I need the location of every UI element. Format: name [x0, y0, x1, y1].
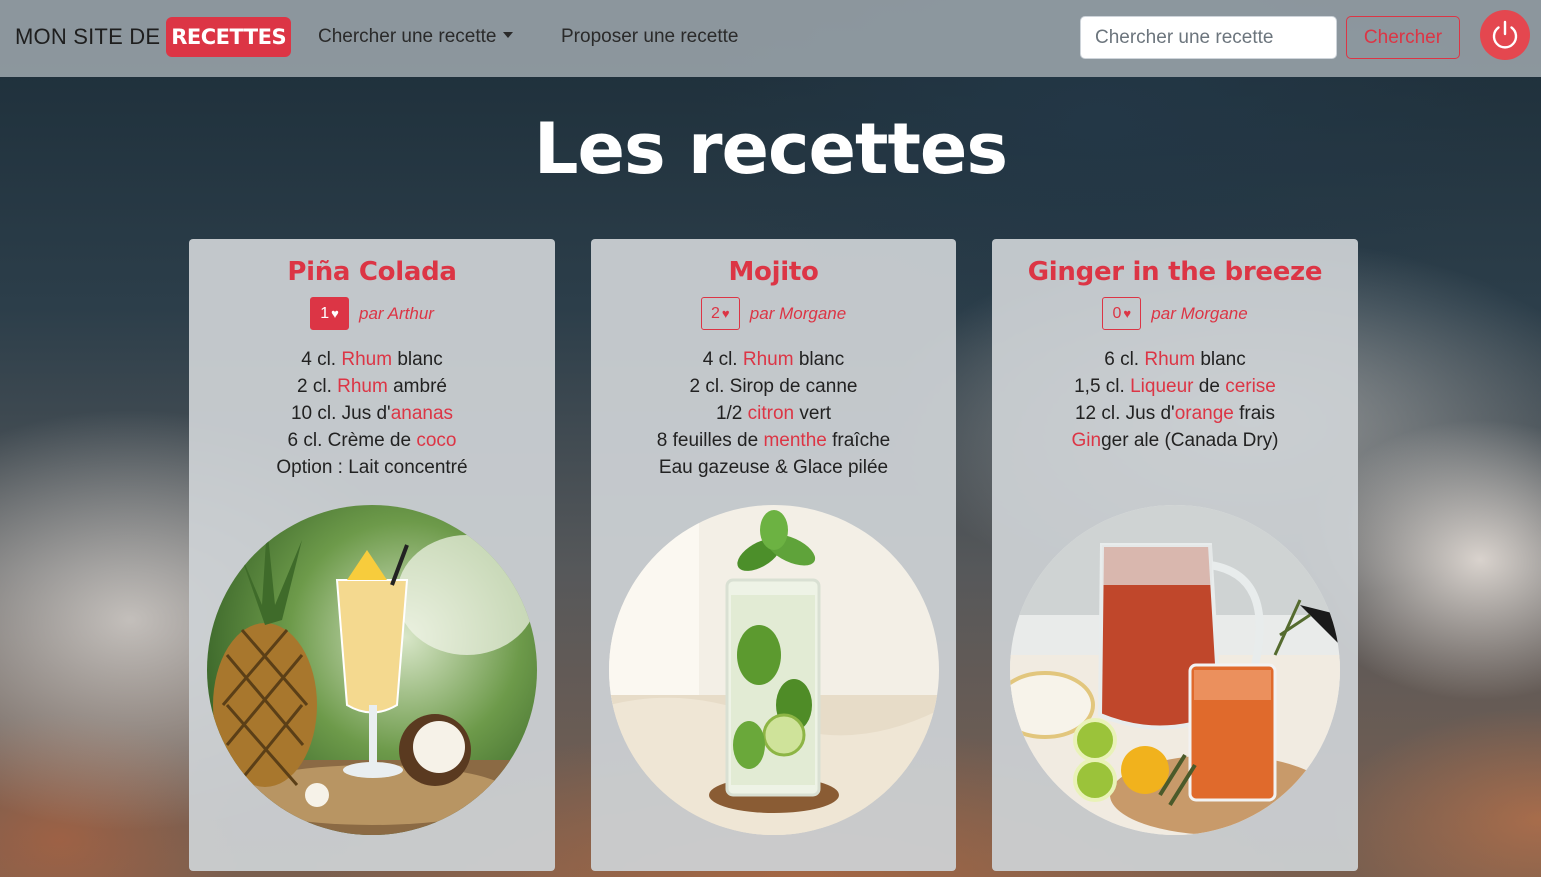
- recipe-card: Ginger in the breeze 0 ♥ par Morgane 6 cl…: [992, 239, 1358, 871]
- ingredient-list: 4 cl. Rhum blanc 2 cl. Rhum ambré 10 cl. J…: [189, 346, 555, 481]
- recipe-title[interactable]: Mojito: [591, 257, 956, 287]
- ingredient-item: Eau gazeuse & Glace pilée: [658, 457, 889, 478]
- recipe-meta: 2 ♥ par Morgane: [591, 297, 956, 330]
- ingredient-item: 4 cl. Rhum blanc: [301, 349, 443, 370]
- page-title: Les recettes: [533, 108, 1008, 190]
- ingredient-list: 6 cl. Rhum blanc 1,5 cl. Liqueur de ceris…: [992, 346, 1358, 454]
- ingredient-item: Option : Lait concentré: [276, 457, 468, 478]
- like-count: 2: [710, 304, 720, 322]
- power-icon: [1492, 20, 1518, 49]
- mojito-photo: [609, 505, 939, 835]
- search-button[interactable]: Chercher: [1346, 16, 1460, 59]
- recipe-author: par Morgane: [1151, 303, 1248, 323]
- like-count: 0: [1112, 304, 1122, 322]
- recipe-meta: 0 ♥ par Morgane: [992, 297, 1358, 330]
- recipe-author: par Arthur: [359, 303, 434, 323]
- ginger-breeze-photo: [1010, 505, 1340, 835]
- ingredient-item: 1,5 cl. Liqueur de cerise: [1074, 376, 1276, 397]
- like-button[interactable]: 0 ♥: [1102, 297, 1142, 330]
- ingredient-list: 4 cl. Rhum blanc 2 cl. Sirop de canne 1/2 …: [591, 346, 956, 481]
- ingredient-item: 8 feuilles de menthe fraîche: [656, 430, 891, 451]
- recipe-title[interactable]: Piña Colada: [189, 257, 555, 287]
- pina-colada-photo: [207, 505, 537, 835]
- heart-icon: ♥: [1123, 306, 1132, 321]
- recipe-author: par Morgane: [749, 303, 847, 323]
- recipe-meta: 1 ♥ par Arthur: [189, 297, 555, 330]
- like-button[interactable]: 1 ♥: [310, 297, 350, 330]
- search-recipe-dropdown-label: Chercher une recette: [318, 26, 497, 47]
- ingredient-item: Ginger ale (Canada Dry): [1071, 430, 1279, 451]
- ingredient-item: 2 cl. Sirop de canne: [689, 376, 858, 397]
- ingredient-item: 4 cl. Rhum blanc: [702, 349, 845, 370]
- like-button[interactable]: 2 ♥: [700, 297, 740, 330]
- recipe-card: Mojito 2 ♥ par Morgane 4 cl. Rhum blanc 2 …: [591, 239, 956, 871]
- site-brand[interactable]: MON SITE DE RECETTES: [15, 16, 292, 58]
- ingredient-item: 2 cl. Rhum ambré: [297, 376, 447, 397]
- ingredient-item: 6 cl. Crème de coco: [287, 430, 457, 451]
- heart-icon: ♥: [721, 306, 730, 321]
- brand-prefix: MON SITE DE: [15, 24, 161, 49]
- recipe-title[interactable]: Ginger in the breeze: [992, 257, 1358, 287]
- ingredient-item: 10 cl. Jus d'ananas: [290, 403, 454, 424]
- search-input[interactable]: [1080, 16, 1337, 59]
- ingredient-item: 6 cl. Rhum blanc: [1104, 349, 1246, 370]
- navbar: MON SITE DE RECETTES Chercher une recett…: [0, 0, 1541, 77]
- heart-icon: ♥: [331, 306, 339, 321]
- propose-recipe-link[interactable]: Proposer une recette: [561, 26, 738, 48]
- brand-badge: RECETTES: [166, 17, 292, 57]
- search-recipe-dropdown[interactable]: Chercher une recette: [318, 26, 513, 48]
- logout-button[interactable]: [1480, 10, 1530, 60]
- caret-down-icon: [502, 32, 513, 38]
- recipe-card: Piña Colada 1 ♥ par Arthur 4 cl. Rhum bla…: [189, 239, 555, 871]
- ingredient-item: 1/2 citron vert: [715, 403, 832, 424]
- ingredient-item: 12 cl. Jus d'orange frais: [1074, 403, 1276, 424]
- like-count: 1: [320, 304, 330, 322]
